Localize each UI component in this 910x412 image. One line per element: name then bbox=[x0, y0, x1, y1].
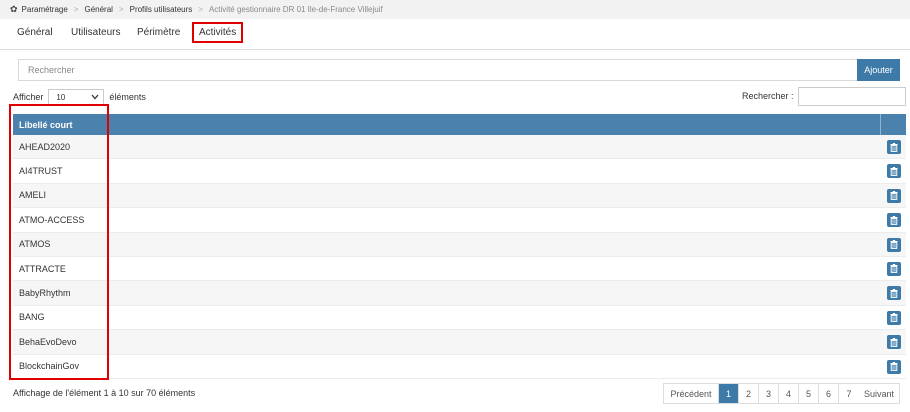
cell-libelle: AI4TRUST bbox=[19, 166, 63, 177]
page-list: 1234567 bbox=[719, 384, 859, 403]
chevron-down-icon bbox=[91, 94, 99, 100]
page-button[interactable]: 3 bbox=[759, 384, 779, 403]
length-prefix: Afficher bbox=[13, 92, 44, 102]
length-suffix: éléments bbox=[109, 92, 146, 102]
delete-button[interactable] bbox=[887, 164, 901, 179]
column-header-actions bbox=[880, 114, 906, 135]
gear-icon: ✿ bbox=[10, 4, 18, 14]
trash-icon bbox=[890, 337, 898, 347]
cell-libelle: BabyRhythm bbox=[19, 288, 71, 299]
page-button[interactable]: 4 bbox=[779, 384, 799, 403]
breadcrumb-item[interactable]: Général bbox=[84, 5, 112, 14]
page-button[interactable]: 5 bbox=[799, 384, 819, 403]
delete-button[interactable] bbox=[887, 261, 901, 276]
length-control: Afficher 10 éléments bbox=[13, 89, 146, 105]
prev-button[interactable]: Précédent bbox=[664, 384, 719, 403]
breadcrumb-separator: > bbox=[118, 5, 124, 14]
delete-button[interactable] bbox=[887, 237, 901, 252]
table-row: AI4TRUST bbox=[13, 159, 906, 184]
trash-icon bbox=[890, 215, 898, 225]
trash-icon bbox=[890, 191, 898, 201]
page-button[interactable]: 2 bbox=[739, 384, 759, 403]
breadcrumb-item[interactable]: Paramétrage bbox=[22, 5, 68, 14]
cell-libelle: ATMO-ACCESS bbox=[19, 214, 85, 225]
table-row: ATTRACTE bbox=[13, 257, 906, 282]
table-info: Affichage de l'élément 1 à 10 sur 70 élé… bbox=[13, 388, 196, 398]
filter-label: Rechercher : bbox=[742, 91, 794, 101]
pagination: Précédent 1234567 Suivant bbox=[663, 383, 900, 404]
delete-button[interactable] bbox=[887, 286, 901, 301]
table-row: ATMO-ACCESS bbox=[13, 208, 906, 233]
delete-button[interactable] bbox=[887, 335, 901, 350]
next-button[interactable]: Suivant bbox=[859, 384, 899, 403]
cell-libelle: BANG bbox=[19, 312, 45, 323]
filter-input[interactable] bbox=[798, 87, 906, 106]
page-button[interactable]: 7 bbox=[839, 384, 859, 403]
breadcrumb-item[interactable]: Profils utilisateurs bbox=[130, 5, 193, 14]
delete-button[interactable] bbox=[887, 213, 901, 228]
cell-libelle: BlockchainGov bbox=[19, 361, 80, 372]
table-row: BlockchainGov bbox=[13, 355, 906, 379]
table-row: BehaEvoDevo bbox=[13, 330, 906, 355]
trash-icon bbox=[890, 166, 898, 176]
page-button[interactable]: 6 bbox=[819, 384, 839, 403]
breadcrumb-separator: > bbox=[73, 5, 79, 14]
tab-utilisateurs[interactable]: Utilisateurs bbox=[71, 27, 120, 38]
page-button[interactable]: 1 bbox=[719, 384, 739, 403]
table-body: AHEAD2020 AI4TRUST AMELI ATMO-ACCESS ATMOS AT… bbox=[13, 135, 906, 379]
table-row: AHEAD2020 bbox=[13, 135, 906, 160]
cell-libelle: AHEAD2020 bbox=[19, 141, 71, 152]
trash-icon bbox=[890, 142, 898, 152]
table-row: AMELI bbox=[13, 183, 906, 209]
trash-icon bbox=[890, 288, 898, 298]
delete-button[interactable] bbox=[887, 310, 901, 325]
tab-activites[interactable]: Activités bbox=[192, 22, 244, 43]
delete-button[interactable] bbox=[887, 140, 901, 154]
cell-libelle: ATTRACTE bbox=[19, 263, 66, 274]
trash-icon bbox=[890, 362, 898, 371]
table-row: BabyRhythm bbox=[13, 281, 906, 306]
delete-button[interactable] bbox=[887, 359, 901, 374]
breadcrumb-current: Activité gestionnaire DR 01 Ile-de-Franc… bbox=[208, 5, 383, 14]
add-button[interactable]: Ajouter bbox=[857, 59, 900, 81]
trash-icon bbox=[890, 240, 898, 249]
cell-libelle: BehaEvoDevo bbox=[19, 336, 77, 347]
search-input[interactable]: Rechercher bbox=[18, 59, 857, 81]
table-header: Libellé court bbox=[13, 114, 906, 135]
tab-bar: Général Utilisateurs Périmètre Activités bbox=[0, 20, 910, 50]
column-header-libelle[interactable]: Libellé court bbox=[13, 120, 880, 130]
cell-libelle: ATMOS bbox=[19, 239, 51, 250]
table-row: ATMOS bbox=[13, 232, 906, 257]
tab-perimetre[interactable]: Périmètre bbox=[137, 27, 180, 38]
tab-general[interactable]: Général bbox=[17, 27, 53, 38]
breadcrumb: ✿ Paramétrage > Général > Profils utilis… bbox=[0, 0, 910, 19]
table-row: BANG bbox=[13, 306, 906, 331]
delete-button[interactable] bbox=[887, 188, 901, 203]
breadcrumb-separator: > bbox=[198, 5, 203, 14]
length-value: 10 bbox=[56, 92, 66, 102]
cell-libelle: AMELI bbox=[19, 190, 47, 201]
length-select[interactable]: 10 bbox=[48, 89, 105, 105]
trash-icon bbox=[890, 313, 898, 323]
trash-icon bbox=[890, 264, 898, 274]
data-table: Libellé court AHEAD2020 AI4TRUST AMELI ATMO… bbox=[13, 114, 906, 379]
